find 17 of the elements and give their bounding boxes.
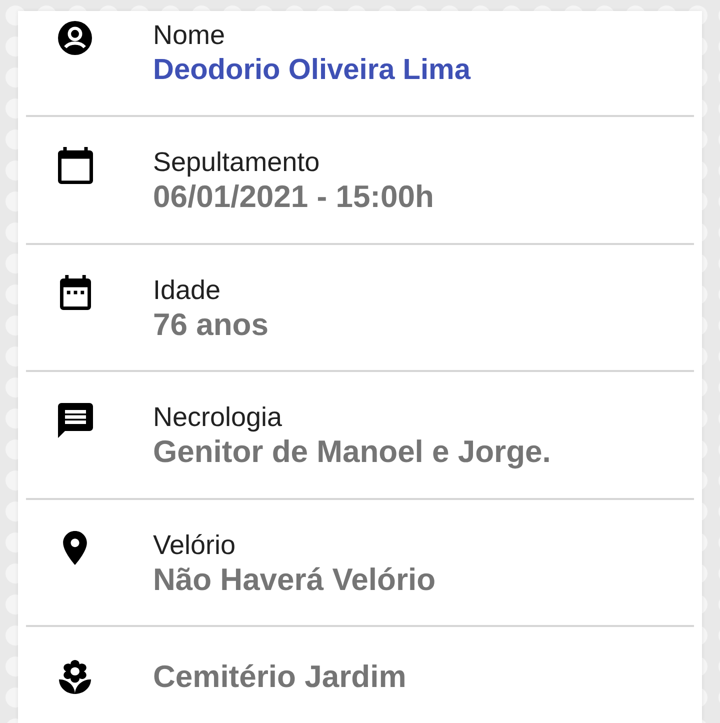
field-label: Necrologia [153, 401, 284, 433]
location-pin-icon [63, 530, 87, 564]
field-label: Nome [153, 19, 226, 51]
field-label: Velório [153, 528, 237, 560]
field-value: Não Haverá Velório [153, 560, 436, 598]
field-label: Sepultamento [153, 146, 321, 178]
person-circle-icon [58, 21, 92, 55]
flower-icon [59, 660, 91, 694]
calendar-icon [58, 146, 92, 184]
field-value: Cemitério Jardim [153, 658, 406, 696]
field-value: 06/01/2021 - 15:00h [153, 178, 434, 216]
calendar-icon [60, 275, 90, 310]
person-name: Deodorio Oliveira Lima [153, 53, 470, 88]
field-value: Genitor de Manoel e Jorge. [153, 433, 551, 471]
field-label: Idade [153, 274, 222, 306]
message-icon [58, 402, 92, 438]
field-value: 76 anos [153, 306, 268, 344]
